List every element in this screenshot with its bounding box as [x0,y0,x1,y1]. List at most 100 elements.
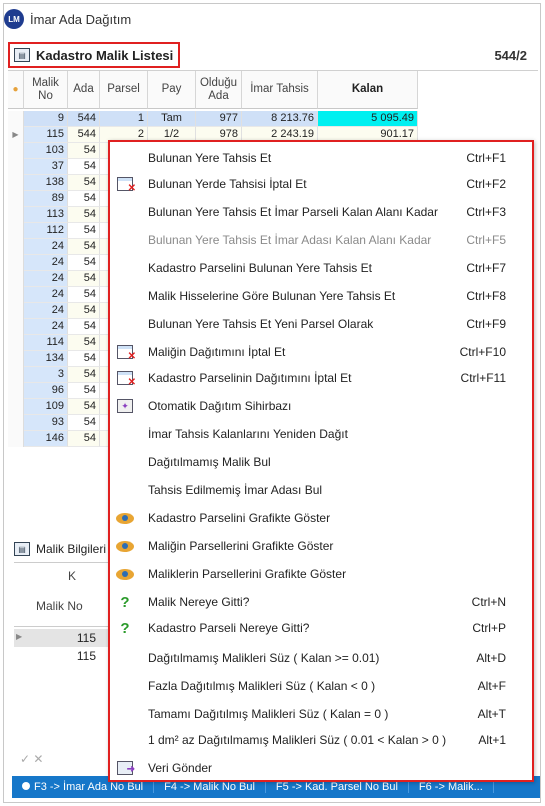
menu-item-shortcut: Alt+D [476,651,506,665]
blank-icon [116,425,134,443]
menu-item[interactable]: Tamamı Dağıtılmış Malikleri Süz ( Kalan … [110,702,532,726]
menu-item[interactable]: Fazla Dağıtılmış Malikleri Süz ( Kalan <… [110,674,532,698]
row-indicator [8,111,24,127]
menu-item[interactable]: ✕ Kadastro Parselinin Dağıtımını İptal Et… [110,366,532,390]
column-header[interactable]: İmar Tahsis [242,71,318,109]
cell-ada: 54 [68,207,100,223]
menu-item-shortcut: Ctrl+F5 [466,233,506,247]
menu-item[interactable]: ➜ Veri Gönder [110,756,532,780]
menu-item-label: Maliklerin Parsellerini Grafikte Göster [148,567,347,581]
panel-title: Kadastro Malik Listesi [36,47,174,63]
menu-item[interactable]: ? Kadastro Parseli Nereye Gitti? Ctrl+P [110,616,532,640]
menu-item[interactable]: Malik Hisselerine Göre Bulunan Yere Tahs… [110,284,532,308]
cell-ada: 54 [68,143,100,159]
send-icon: ➜ [116,759,135,777]
table-row[interactable]: 9 544 1 Tam 977 8 213.76 5 095.49 [8,111,538,127]
menu-item-shortcut: Ctrl+F2 [466,177,506,191]
row-indicator [8,351,24,367]
menu-item[interactable]: Tahsis Edilmemiş İmar Adası Bul [110,478,532,502]
menu-item[interactable]: Kadastro Parselini Bulunan Yere Tahsis E… [110,256,532,280]
menu-item[interactable]: Maliklerin Parsellerini Grafikte Göster [110,562,532,586]
column-header[interactable]: Ada [68,71,100,109]
status-item[interactable]: F4 -> Malik No Bul [154,781,266,793]
table-row[interactable]: 115 [14,647,110,665]
header-indicator: ● [8,71,24,109]
menu-item[interactable]: ✕ Maliğin Dağıtımını İptal Et Ctrl+F10 [110,340,532,364]
column-header[interactable]: Malik No [24,71,68,109]
lower-panel-header[interactable]: ▤ Malik Bilgileri [14,538,106,560]
row-indicator [8,271,24,287]
menu-item[interactable]: ✕ Bulunan Yerde Tahsisi İptal Et Ctrl+F2 [110,172,532,196]
blank-icon [116,315,134,333]
title-bar: LM İmar Ada Dağıtım [4,8,131,30]
cell-malik-no: 24 [24,303,68,319]
grid-cancel-icon: ✕ [116,175,136,194]
menu-item[interactable]: Bulunan Yere Tahsis Et Yeni Parsel Olara… [110,312,532,336]
menu-item-label: Bulunan Yere Tahsis Et Yeni Parsel Olara… [148,317,374,331]
kadastro-panel-header[interactable]: ▤ Kadastro Malik Listesi [8,42,180,68]
row-indicator [8,303,24,319]
cell-malik-no: 114 [24,335,68,351]
lower-panel-title: Malik Bilgileri [36,542,107,556]
menu-item[interactable]: Bulunan Yere Tahsis Et İmar Parseli Kala… [110,200,532,224]
list-icon: ▤ [14,48,30,62]
cell-malik-no: 134 [24,351,68,367]
row-indicator [8,367,24,383]
row-indicator [8,175,24,191]
blank-icon [116,259,134,277]
malik-no-cell: 115 [76,649,96,663]
cell-ada: 54 [68,271,100,287]
cell-malik-no: 113 [24,207,68,223]
cell-pay: Tam [148,111,196,127]
column-header[interactable]: Olduğu Ada [196,71,242,109]
cell-malik-no: 93 [24,415,68,431]
status-item[interactable]: F3 -> İmar Ada No Bul [12,781,155,793]
malik-info-header: K Malik No [14,563,110,627]
status-item[interactable]: F5 -> Kad. Parsel No Bul [266,781,409,793]
menu-item[interactable]: Bulunan Yere Tahsis Et Ctrl+F1 [110,146,532,170]
menu-item-label: Tahsis Edilmemiş İmar Adası Bul [148,483,323,497]
column-header[interactable]: Kalan [318,71,418,109]
cell-ada: 54 [68,287,100,303]
filter-row[interactable]: ✓ ✕ [20,752,43,766]
menu-item-shortcut: Ctrl+P [472,621,506,635]
menu-item[interactable]: Dağıtılmamış Malikleri Süz ( Kalan >= 0.… [110,646,532,670]
cell-ada: 544 [68,111,100,127]
malik-info-grid[interactable]: K Malik No ▶ 115 115 [14,562,110,742]
menu-item-label: Maliğin Parsellerini Grafikte Göster [148,539,334,553]
column-header-malik-no: Malik No [36,599,83,613]
cell-ada: 54 [68,223,100,239]
menu-item-label: Tamamı Dağıtılmış Malikleri Süz ( Kalan … [148,707,389,721]
row-indicator [8,191,24,207]
row-indicator [8,287,24,303]
row-indicator [8,383,24,399]
blank-icon [116,287,134,305]
malik-no-cell: 115 [76,631,96,645]
menu-item-shortcut: Ctrl+N [471,595,506,609]
menu-item[interactable]: 1 dm² az Dağıtılmamış Malikleri Süz ( 0.… [110,728,532,752]
status-item-label: F4 -> Malik No Bul [164,781,255,793]
menu-item-shortcut: Ctrl+F9 [466,317,506,331]
table-row[interactable]: ▶ 115 [14,629,110,647]
wizard-icon: ✦ [116,397,134,415]
indicator-dot-icon: ● [12,84,19,95]
cell-ada: 54 [68,383,100,399]
menu-item[interactable]: ? Malik Nereye Gitti? Ctrl+N [110,590,532,614]
menu-item-label: Bulunan Yere Tahsis Et İmar Parseli Kala… [148,205,438,219]
menu-item-shortcut: Alt+1 [478,733,506,747]
blank-icon [116,203,134,221]
menu-item[interactable]: ✦ Otomatik Dağıtım Sihirbazı [110,394,532,418]
question-icon: ? [120,593,130,611]
menu-item[interactable]: İmar Tahsis Kalanlarını Yeniden Dağıt [110,422,532,446]
menu-item-label: Kadastro Parselini Bulunan Yere Tahsis E… [148,261,372,275]
context-menu: Bulunan Yere Tahsis Et Ctrl+F1 ✕ Bulunan Ye… [108,140,534,782]
status-item[interactable]: F6 -> Malik... [409,781,494,793]
menu-item[interactable]: Maliğin Parsellerini Grafikte Göster [110,534,532,558]
column-header[interactable]: Parsel [100,71,148,109]
menu-item-label: Kadastro Parseli Nereye Gitti? [148,621,310,635]
app-logo: LM [4,9,24,29]
menu-item[interactable]: Dağıtılmamış Malik Bul [110,450,532,474]
menu-item[interactable]: Kadastro Parselini Grafikte Göster [110,506,532,530]
column-header[interactable]: Pay [148,71,196,109]
grid-cancel-icon: ✕ [116,369,136,388]
